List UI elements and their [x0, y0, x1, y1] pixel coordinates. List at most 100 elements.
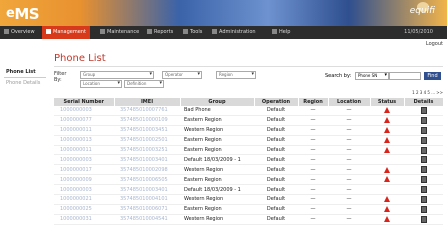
location-cell: — — [328, 164, 370, 176]
title-divider — [54, 66, 443, 67]
management-icon — [46, 29, 51, 34]
warning-icon[interactable] — [384, 166, 390, 173]
details-icon[interactable] — [420, 116, 427, 124]
table-row[interactable]: 1000000077 357485010000109 Eastern Region D… — [54, 115, 443, 126]
operation-cell: Default — [254, 106, 298, 116]
nav-management[interactable]: Management — [42, 26, 90, 39]
col-details[interactable]: Details — [404, 98, 444, 106]
warning-icon[interactable] — [384, 215, 390, 222]
details-icon[interactable] — [420, 136, 427, 144]
location-select[interactable]: Location — [80, 80, 122, 88]
col-serial-number[interactable]: Serial Number — [54, 98, 115, 106]
table-row[interactable]: 1000000025 357485010006071 Eastern Region D… — [54, 204, 443, 215]
nav-help[interactable]: Help — [272, 26, 290, 39]
warning-icon[interactable] — [384, 146, 390, 153]
col-operation[interactable]: Operation — [254, 98, 299, 106]
definition-select[interactable]: Definition — [124, 80, 164, 88]
sidebar-item-phone-details[interactable]: Phone Details — [4, 78, 46, 88]
status-cell — [370, 164, 404, 176]
serial-cell: 1000000011 — [54, 125, 114, 136]
imei-cell: 357485010003401 — [114, 184, 180, 196]
table-row[interactable]: 1000000021 357485010004101 Western Region D… — [54, 194, 443, 205]
pagination[interactable]: 1 2 3 4 5 ... >> — [412, 90, 443, 95]
help-icon — [272, 29, 277, 34]
table-row[interactable]: 1000000003 357485010003401 Default 18/03/2… — [54, 154, 443, 166]
details-icon[interactable] — [420, 126, 427, 134]
overview-icon — [4, 29, 9, 34]
col-status[interactable]: Status — [370, 98, 405, 106]
details-cell — [404, 135, 443, 146]
location-cell: — — [328, 115, 370, 126]
status-cell — [370, 184, 404, 196]
details-cell — [404, 106, 443, 116]
details-cell — [404, 184, 443, 196]
table-row[interactable]: 1000000011 357485010003451 Western Region D… — [54, 125, 443, 136]
col-region[interactable]: Region — [298, 98, 329, 106]
operator-select[interactable]: Operator — [162, 71, 202, 79]
col-location[interactable]: Location — [328, 98, 371, 106]
warning-icon[interactable] — [384, 126, 390, 133]
table-row[interactable]: 1000000031 357485010004541 Western Region D… — [54, 214, 443, 225]
serial-cell: 1000000021 — [54, 194, 114, 205]
imei-cell: 357485010002098 — [114, 164, 180, 176]
table-row[interactable]: 1000000017 357485010002098 Western Region D… — [54, 164, 443, 176]
region-select[interactable]: Region — [216, 71, 256, 79]
group-cell: Eastern Region — [180, 204, 254, 215]
filter-label: Filter By: — [54, 71, 67, 83]
serial-cell: 1000000025 — [54, 204, 114, 215]
details-icon[interactable] — [420, 166, 427, 174]
details-icon[interactable] — [420, 195, 427, 203]
app-logo[interactable]: eMS — [6, 5, 40, 23]
nav-overview[interactable]: Overview — [4, 26, 35, 39]
group-cell: Western Region — [180, 194, 254, 205]
details-icon[interactable] — [420, 205, 427, 213]
find-button[interactable]: Find — [424, 72, 441, 80]
details-icon[interactable] — [420, 215, 427, 223]
table-row[interactable]: 1000000009 357485010006505 Eastern Region D… — [54, 174, 443, 186]
details-icon[interactable] — [420, 186, 427, 194]
serial-cell: 1000000077 — [54, 115, 114, 126]
col-group[interactable]: Group — [180, 98, 255, 106]
details-icon[interactable] — [420, 176, 427, 184]
warning-icon[interactable] — [384, 176, 390, 183]
details-icon[interactable] — [420, 156, 427, 164]
table-row[interactable]: 1000000013 357485010002501 Eastern Region D… — [54, 135, 443, 146]
table-row[interactable]: 1000000003 357485010003401 Default 18/03/2… — [54, 184, 443, 196]
serial-cell: 1000000003 — [54, 154, 114, 166]
content-area: Logout Phone List Phone Details Phone Li… — [0, 39, 447, 252]
location-cell: — — [328, 154, 370, 166]
group-select[interactable]: Group — [80, 71, 154, 79]
region-cell: — — [298, 214, 328, 225]
sidebar-item-phone-list[interactable]: Phone List — [4, 67, 46, 78]
nav-tools[interactable]: Tools — [183, 26, 202, 39]
table-row[interactable]: 1000000011 357485010003251 Eastern Region D… — [54, 145, 443, 156]
warning-icon[interactable] — [384, 136, 390, 143]
details-icon[interactable] — [420, 146, 427, 154]
warning-icon[interactable] — [384, 117, 390, 124]
group-cell: Western Region — [180, 125, 254, 136]
warning-icon[interactable] — [384, 206, 390, 213]
group-cell: Eastern Region — [180, 115, 254, 126]
search-by-select[interactable]: Phone SN — [355, 72, 389, 80]
imei-cell: 357485010003251 — [114, 145, 180, 156]
main-nav: Overview Management Maintenance Reports … — [0, 26, 447, 39]
location-cell: — — [328, 106, 370, 116]
nav-maintenance[interactable]: Maintenance — [100, 26, 139, 39]
details-cell — [404, 204, 443, 215]
warning-icon[interactable] — [384, 196, 390, 203]
details-cell — [404, 125, 443, 136]
nav-reports[interactable]: Reports — [147, 26, 173, 39]
search-input[interactable] — [389, 72, 421, 80]
logout-link[interactable]: Logout — [426, 41, 443, 47]
col-imei[interactable]: IMEI — [114, 98, 181, 106]
operation-cell: Default — [254, 135, 298, 146]
imei-cell: 357485010003401 — [114, 154, 180, 166]
details-icon[interactable] — [420, 106, 427, 114]
details-cell — [404, 115, 443, 126]
imei-cell: 357485010004541 — [114, 214, 180, 225]
warning-icon[interactable] — [384, 107, 390, 114]
serial-cell: 1000000031 — [54, 214, 114, 225]
table-row[interactable]: 1000000003 357485010007761 Bad Phone Defaul… — [54, 106, 443, 116]
nav-administration[interactable]: Administration — [212, 26, 256, 39]
status-cell — [370, 115, 404, 126]
